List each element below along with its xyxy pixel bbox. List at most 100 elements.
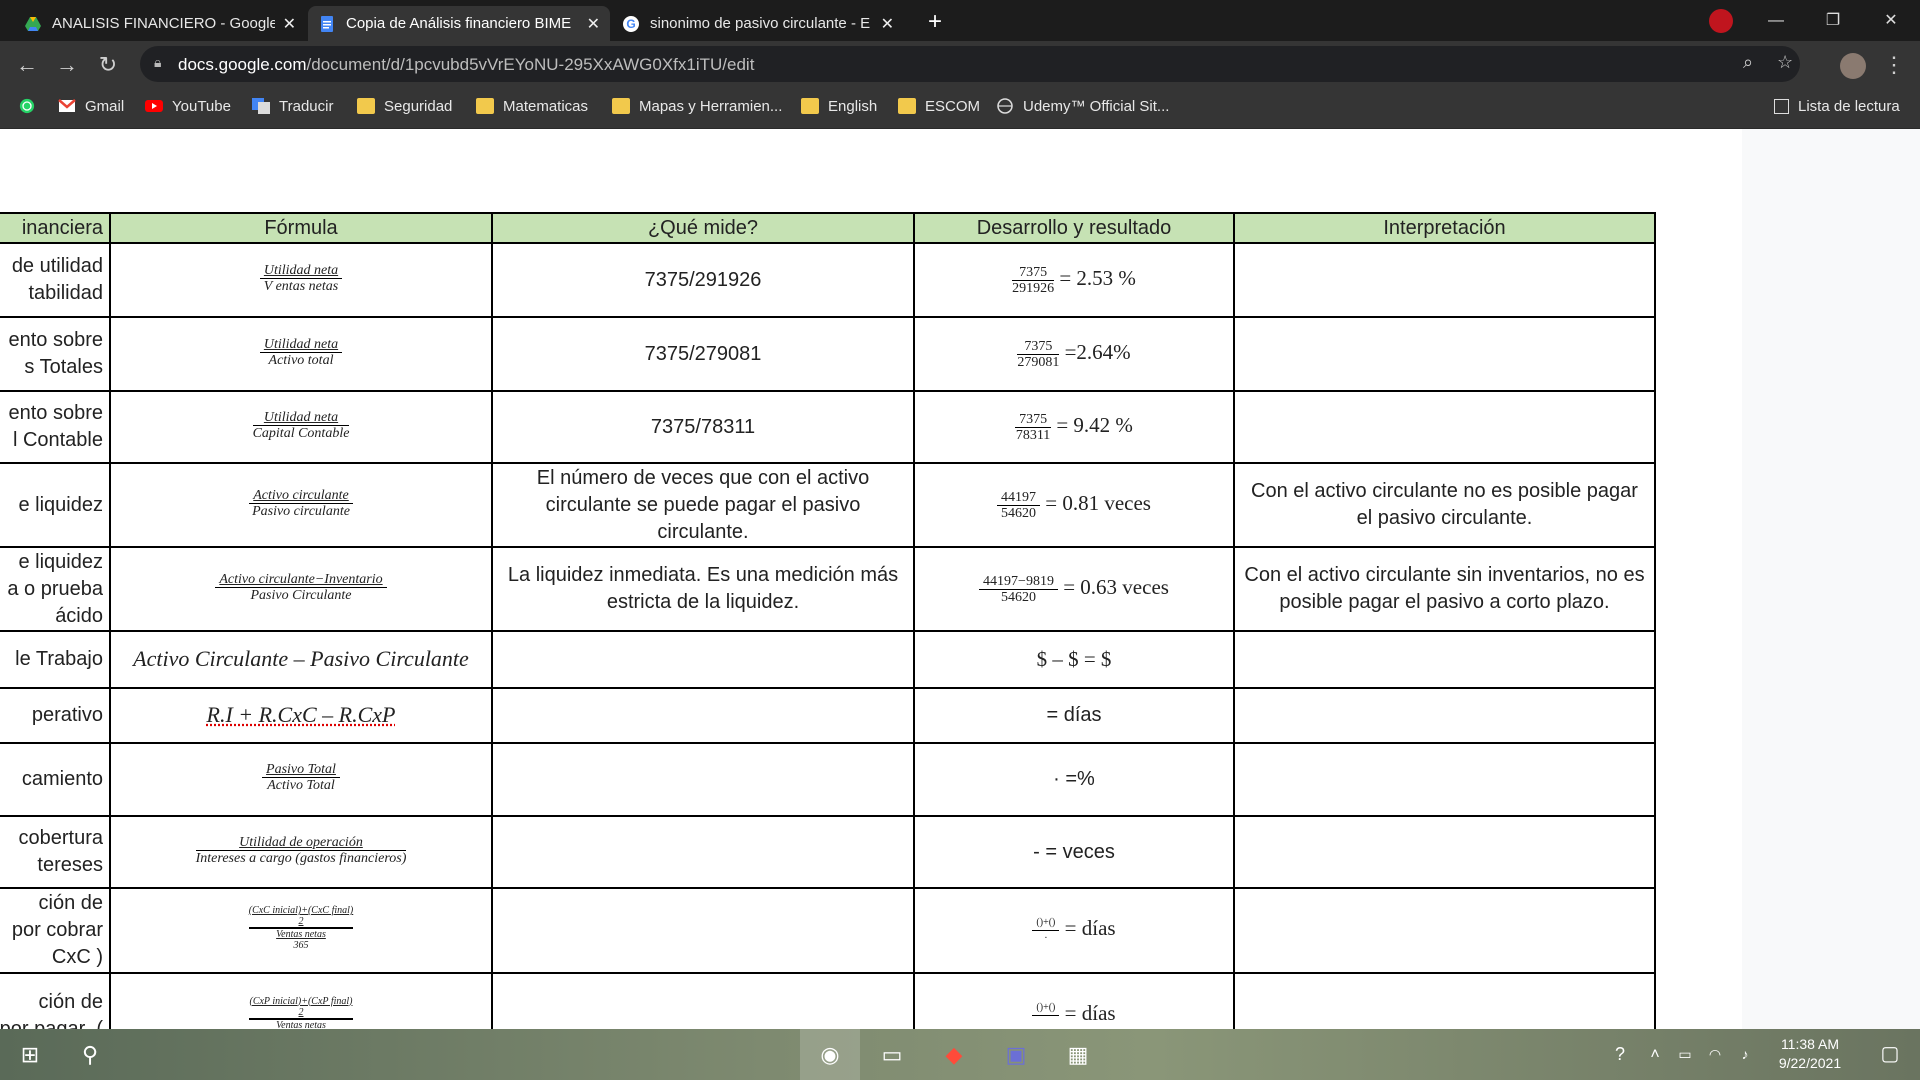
notifications-icon[interactable]: ▢ — [1860, 1029, 1920, 1080]
result-cell[interactable]: 7375 279081 =2.64% — [913, 316, 1235, 392]
formula-cell[interactable]: Activo Circulante – Pasivo Circulante — [109, 630, 493, 689]
ratio-name-cell[interactable]: ento sobre s Totales — [0, 316, 111, 392]
formula-cell[interactable]: Pasivo Total Activo Total — [109, 742, 493, 817]
interpretation-cell[interactable] — [1233, 815, 1656, 889]
que-mide-cell[interactable] — [491, 887, 915, 974]
result-cell[interactable]: 7375 291926 = 2.53 % — [913, 242, 1235, 318]
result-cell[interactable]: $ – $ = $ — [913, 630, 1235, 689]
file-explorer-icon[interactable]: ▭ — [862, 1029, 922, 1080]
battery-icon[interactable]: ▭ — [1670, 1029, 1700, 1080]
interpretation-cell[interactable] — [1233, 390, 1656, 464]
result-cell[interactable]: ()+() = días — [913, 972, 1235, 1029]
bookmark-folder-matematicas[interactable]: Matematicas — [476, 88, 588, 124]
que-mide-cell[interactable] — [491, 630, 915, 689]
bookmark-folder-seguridad[interactable]: Seguridad — [357, 88, 452, 124]
result-cell[interactable]: ()+() · = días — [913, 887, 1235, 974]
bookmark-whatsapp[interactable] — [18, 88, 45, 124]
result-cell[interactable]: 44197−9819 54620 = 0.63 veces — [913, 546, 1235, 632]
bookmark-folder-mapas[interactable]: Mapas y Herramien... — [612, 88, 782, 124]
interpretation-cell[interactable]: Con el activo circulante sin inventarios… — [1233, 546, 1656, 632]
result-cell[interactable]: - = veces — [913, 815, 1235, 889]
formula-cell[interactable]: R.I + R.CxC – R.CxP — [109, 687, 493, 744]
reload-icon[interactable]: ↻ — [94, 51, 122, 79]
que-mide-cell[interactable] — [491, 687, 915, 744]
formula-cell[interactable]: Activo circulante Pasivo circulante — [109, 462, 493, 548]
formula-cell[interactable]: Utilidad neta V entas netas — [109, 242, 493, 318]
bookmark-star-icon[interactable]: ☆ — [1777, 52, 1793, 73]
formula-cell[interactable]: Utilidad neta Capital Contable — [109, 390, 493, 464]
ratio-name-cell[interactable]: de utilidad tabilidad — [0, 242, 111, 318]
volume-icon[interactable]: ♪ — [1730, 1029, 1760, 1080]
que-mide-cell[interactable] — [491, 742, 915, 817]
result-cell[interactable]: 44197 54620 = 0.81 veces — [913, 462, 1235, 548]
result-cell[interactable]: 7375 78311 = 9.42 % — [913, 390, 1235, 464]
interpretation-cell[interactable]: Con el activo circulante no es posible p… — [1233, 462, 1656, 548]
formula-cell[interactable]: (CxP inicial)+(CxP final) 2 Ventas netas — [109, 972, 493, 1029]
teams-icon[interactable]: ▣ — [986, 1029, 1046, 1080]
ratio-name-cell[interactable]: camiento — [0, 742, 111, 817]
formula-cell[interactable]: Utilidad neta Activo total — [109, 316, 493, 392]
que-mide-cell[interactable]: El número de veces que con el activo cir… — [491, 462, 915, 548]
minimize-button[interactable]: — — [1753, 0, 1799, 41]
wifi-icon[interactable]: ◠ — [1700, 1029, 1730, 1080]
document-page[interactable]: inanciera Fórmula ¿Qué mide? Desarrollo … — [0, 129, 1742, 1029]
chrome-taskbar-icon[interactable]: ◉ — [800, 1029, 860, 1080]
formula-cell[interactable]: Utilidad de operación Intereses a cargo (… — [109, 815, 493, 889]
office-app-icon[interactable]: ◆ — [924, 1029, 984, 1080]
bookmark-folder-english[interactable]: English — [801, 88, 877, 124]
chevron-up-icon[interactable]: ˄ — [1640, 1029, 1670, 1080]
result-cell[interactable]: = días — [913, 687, 1235, 744]
interpretation-cell[interactable] — [1233, 742, 1656, 817]
result-cell[interactable]: · =% — [913, 742, 1235, 817]
address-bar[interactable]: 🔒︎ docs.google.com/document/d/1pcvubd5vV… — [140, 46, 1800, 82]
profile-menu-icon[interactable] — [1709, 9, 1733, 33]
close-tab-icon[interactable]: ✕ — [283, 14, 296, 34]
system-clock[interactable]: 11:38 AM 9/22/2021 — [1765, 1035, 1855, 1073]
new-tab-button[interactable]: + — [922, 9, 948, 35]
ratio-name-cell[interactable]: ento sobre l Contable — [0, 390, 111, 464]
ratio-name-cell[interactable]: le Trabajo — [0, 630, 111, 689]
que-mide-cell[interactable] — [491, 815, 915, 889]
avatar[interactable] — [1840, 53, 1866, 79]
menu-dots-icon[interactable]: ⋮ — [1880, 51, 1908, 79]
back-arrow-icon[interactable]: ← — [13, 51, 41, 79]
interpretation-cell[interactable] — [1233, 630, 1656, 689]
tab-copia-analisis[interactable]: Copia de Análisis financiero BIME ✕ — [308, 6, 610, 41]
ratio-name-cell[interactable]: perativo — [0, 687, 111, 744]
ratio-name-cell[interactable]: ción de por cobrar CxC ) — [0, 887, 111, 974]
search-icon[interactable]: ⚲ — [60, 1029, 120, 1080]
interpretation-cell[interactable] — [1233, 687, 1656, 744]
interpretation-cell[interactable] — [1233, 242, 1656, 318]
interpretation-cell[interactable] — [1233, 972, 1656, 1029]
reading-list-button[interactable]: Lista de lectura — [1774, 88, 1900, 124]
formula-cell[interactable]: (CxC inicial)+(CxC final) 2 Ventas netas 36… — [109, 887, 493, 974]
interpretation-cell[interactable] — [1233, 316, 1656, 392]
tab-analisis-financiero[interactable]: ANALISIS FINANCIERO - Google ✕ — [14, 6, 306, 41]
zoom-icon[interactable]: ⌕ — [1743, 52, 1753, 73]
que-mide-cell[interactable]: La liquidez inmediata. Es una medición m… — [491, 546, 915, 632]
que-mide-cell[interactable]: 7375/279081 — [491, 316, 915, 392]
bookmark-traducir[interactable]: Traducir — [252, 88, 333, 124]
close-tab-icon[interactable]: ✕ — [881, 14, 894, 34]
ratio-name-cell[interactable]: ción de por pagar ( — [0, 972, 111, 1029]
help-icon[interactable]: ? — [1600, 1029, 1640, 1080]
ratio-name-cell[interactable]: e liquidez — [0, 462, 111, 548]
tab-sinonimo[interactable]: G sinonimo de pasivo circulante - E ✕ — [612, 6, 904, 41]
ratio-name-cell[interactable]: cobertura tereses — [0, 815, 111, 889]
bookmark-youtube[interactable]: YouTube — [145, 88, 231, 124]
bookmark-folder-escom[interactable]: ESCOM — [898, 88, 980, 124]
bookmark-udemy[interactable]: Udemy™ Official Sit... — [996, 88, 1169, 124]
que-mide-cell[interactable] — [491, 972, 915, 1029]
forward-arrow-icon[interactable]: → — [53, 51, 81, 79]
restore-button[interactable]: ❐ — [1810, 0, 1856, 41]
windows-start-icon[interactable]: ⊞ — [0, 1029, 60, 1080]
close-tab-icon[interactable]: ✕ — [587, 14, 600, 34]
calculator-icon[interactable]: ▦ — [1048, 1029, 1108, 1080]
que-mide-cell[interactable]: 7375/291926 — [491, 242, 915, 318]
que-mide-cell[interactable]: 7375/78311 — [491, 390, 915, 464]
close-window-button[interactable]: ✕ — [1868, 0, 1914, 41]
ratio-name-cell[interactable]: e liquidez a o prueba ácido — [0, 546, 111, 632]
interpretation-cell[interactable] — [1233, 887, 1656, 974]
bookmark-gmail[interactable]: Gmail — [58, 88, 124, 124]
formula-cell[interactable]: Activo circulante−Inventario Pasivo Circu… — [109, 546, 493, 632]
